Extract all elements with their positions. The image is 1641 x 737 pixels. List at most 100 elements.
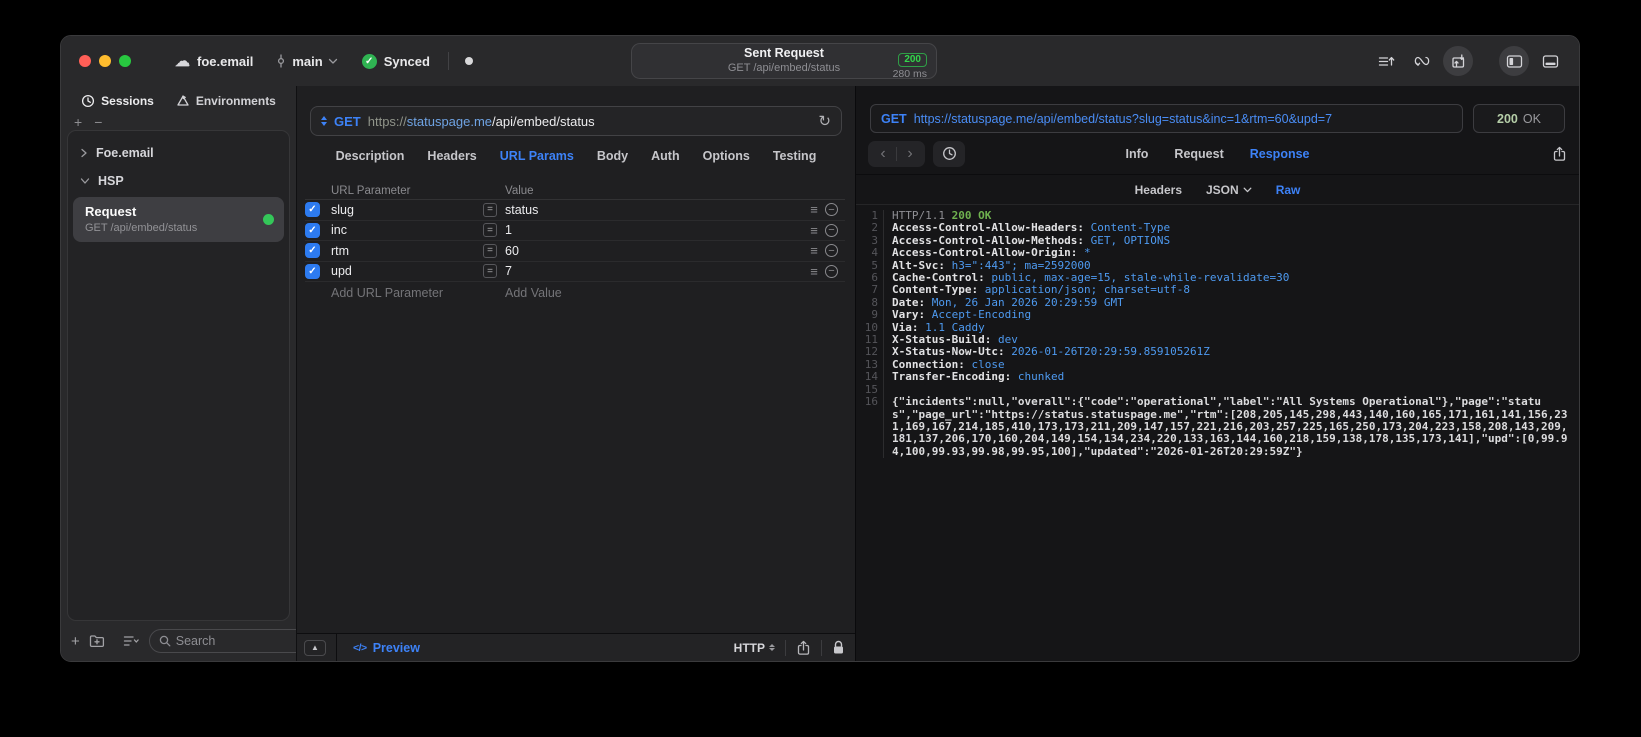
tab-request[interactable]: Request — [1174, 147, 1223, 161]
git-branch-icon — [278, 54, 285, 68]
remove-row-button[interactable]: − — [825, 223, 838, 237]
tab-headers[interactable]: Headers — [427, 149, 476, 163]
subtab-json[interactable]: JSON — [1206, 183, 1252, 197]
export-lines-icon — [1378, 56, 1394, 66]
response-raw-view[interactable]: 1 HTTP/1.1 200 OK 2 Access-Control-Allow-He… — [856, 205, 1579, 661]
remove-row-button[interactable]: − — [825, 203, 838, 217]
method-selector-icon[interactable] — [321, 116, 327, 126]
history-button[interactable] — [933, 140, 965, 167]
add-session-button[interactable]: + — [74, 115, 82, 130]
subtab-raw[interactable]: Raw — [1276, 183, 1301, 197]
new-folder-button[interactable] — [89, 634, 105, 648]
project-switcher[interactable]: ☁ foe.email — [175, 52, 253, 70]
param-checkbox[interactable]: ✓ — [305, 243, 320, 259]
tab-options[interactable]: Options — [703, 149, 750, 163]
remove-row-button[interactable]: − — [825, 264, 838, 278]
reorder-icon[interactable]: ≡ — [803, 202, 825, 217]
request-url-bar[interactable]: GET https://statuspage.me/api/embed/stat… — [310, 106, 842, 136]
line-number: 14 — [862, 370, 884, 384]
reorder-icon[interactable]: ≡ — [803, 243, 825, 258]
code-line: 7 Content-Type: application/json; charset=… — [862, 284, 1569, 297]
expand-bottom-panel-button[interactable]: ▲ — [304, 639, 326, 656]
protocol-selector[interactable]: HTTP — [734, 641, 775, 655]
request-status-pill[interactable]: Sent Request GET /api/embed/status 200 2… — [631, 43, 937, 81]
tab-url-params[interactable]: URL Params — [500, 149, 574, 163]
sent-method: GET — [881, 111, 907, 126]
share-request-button[interactable] — [796, 640, 811, 656]
sort-filter-button[interactable] — [123, 635, 140, 647]
param-checkbox[interactable]: ✓ — [305, 202, 320, 218]
chevron-right-icon — [81, 148, 87, 158]
export-response-button[interactable] — [1552, 146, 1567, 162]
equals-badge: = — [483, 243, 497, 258]
toggle-bottom-panel-button[interactable] — [1535, 46, 1565, 76]
zoom-window-button[interactable] — [119, 55, 131, 67]
app-window: ☁ foe.email main ✓ Synced Sent Request G… — [60, 35, 1580, 662]
request-success-dot — [263, 213, 274, 225]
param-name-field[interactable]: slug — [331, 203, 483, 217]
remove-session-button[interactable]: − — [94, 115, 102, 130]
param-name-field[interactable]: upd — [331, 264, 483, 278]
add-url-parameter-field[interactable]: Add URL Parameter — [331, 286, 483, 300]
param-value-field[interactable]: 60 — [505, 244, 803, 258]
param-checkbox[interactable]: ✓ — [305, 263, 320, 279]
check-glyph: ✓ — [308, 204, 317, 216]
sent-url-box[interactable]: GET https://statuspage.me/api/embed/stat… — [870, 104, 1463, 133]
sent-request-result: 200 280 ms — [893, 48, 927, 81]
param-value-field[interactable]: status — [505, 203, 803, 217]
tab-auth[interactable]: Auth — [651, 149, 679, 163]
line-number: 2 — [862, 221, 884, 235]
request-list-item-selected[interactable]: Request GET /api/embed/status — [73, 197, 284, 243]
tab-environments[interactable]: Environments — [176, 94, 276, 108]
back-button[interactable]: ‹ — [870, 145, 896, 162]
remove-row-button[interactable]: − — [825, 244, 838, 258]
reorder-icon[interactable]: ≡ — [803, 223, 825, 238]
protocol-label: HTTP — [733, 640, 765, 655]
tree-group-foe-email[interactable]: Foe.email — [68, 139, 289, 167]
param-checkbox[interactable]: ✓ — [305, 222, 320, 238]
param-value-field[interactable]: 1 — [505, 223, 803, 237]
header-value: GET, OPTIONS — [1090, 233, 1171, 247]
tab-body[interactable]: Body — [597, 149, 628, 163]
param-name-field[interactable]: inc — [331, 223, 483, 237]
forward-button[interactable]: › — [897, 145, 923, 162]
request-item-detail: GET /api/embed/status — [85, 221, 198, 234]
column-url-parameter: URL Parameter — [331, 184, 411, 197]
check-glyph: ✓ — [308, 265, 317, 277]
send-request-button[interactable]: ↻ — [818, 112, 831, 130]
minimize-window-button[interactable] — [99, 55, 111, 67]
chevron-down-icon — [1243, 187, 1252, 192]
branch-selector[interactable]: main — [275, 54, 337, 69]
tab-info[interactable]: Info — [1126, 147, 1149, 161]
response-top-row: GET https://statuspage.me/api/embed/stat… — [870, 104, 1565, 133]
import-export-button[interactable] — [1443, 46, 1473, 76]
left-panel-icon — [1506, 54, 1522, 68]
toggle-left-panel-button[interactable] — [1499, 46, 1529, 76]
synced-check-icon: ✓ — [361, 53, 377, 69]
close-window-button[interactable] — [79, 55, 91, 67]
sync-status[interactable]: ✓ Synced — [361, 53, 430, 69]
tab-sessions[interactable]: Sessions — [81, 94, 154, 108]
column-value: Value — [505, 184, 534, 197]
footer-divider — [821, 639, 822, 656]
line-number: 12 — [862, 346, 884, 359]
preview-button[interactable]: </> Preview — [353, 641, 420, 655]
param-name-field[interactable]: rtm — [331, 244, 483, 258]
tab-response[interactable]: Response — [1250, 147, 1310, 161]
param-value-field[interactable]: 7 — [505, 264, 803, 278]
subtab-headers[interactable]: Headers — [1135, 183, 1182, 197]
tab-testing[interactable]: Testing — [773, 149, 817, 163]
tree-group-hsp[interactable]: HSP — [68, 167, 289, 195]
tab-description[interactable]: Description — [336, 149, 405, 163]
tab-environments-label: Environments — [195, 94, 276, 108]
request-url[interactable]: https://statuspage.me/api/embed/status — [368, 114, 812, 129]
sync-loop-button[interactable] — [1407, 46, 1437, 76]
add-value-field[interactable]: Add Value — [505, 286, 803, 300]
sidebar-tabs: Sessions Environments — [61, 86, 296, 116]
reorder-icon[interactable]: ≡ — [803, 264, 825, 279]
export-list-button[interactable] — [1371, 46, 1401, 76]
request-method[interactable]: GET — [334, 114, 361, 129]
add-request-button[interactable]: + — [71, 633, 80, 650]
header-name: Access-Control-Allow-Headers: — [892, 221, 1085, 235]
lock-button[interactable] — [832, 640, 845, 655]
